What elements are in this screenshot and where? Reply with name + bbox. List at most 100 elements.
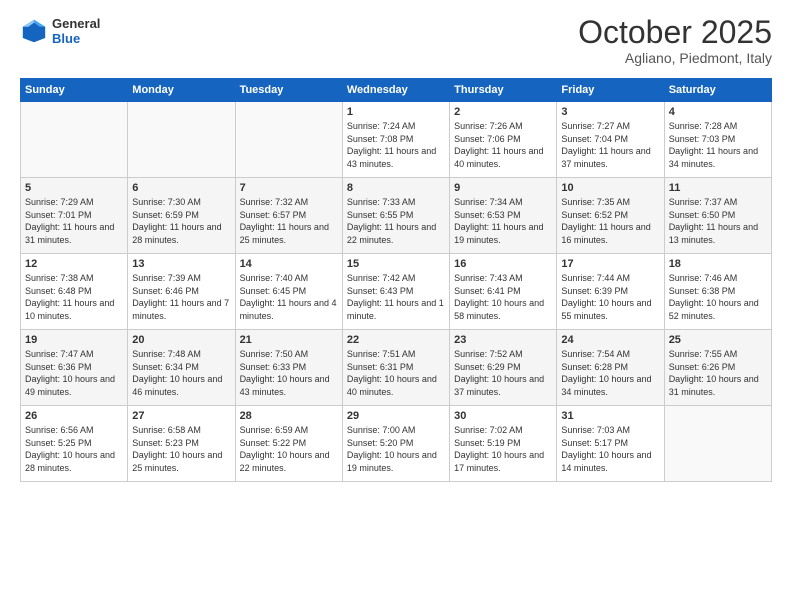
header-friday: Friday <box>557 79 664 102</box>
day-info: Sunrise: 6:59 AMSunset: 5:22 PMDaylight:… <box>240 424 338 474</box>
daylight-text: Daylight: 11 hours and 10 minutes. <box>25 297 123 322</box>
sunrise-text: Sunrise: 6:58 AM <box>132 424 230 437</box>
day-number: 27 <box>132 410 230 422</box>
table-row: 11Sunrise: 7:37 AMSunset: 6:50 PMDayligh… <box>664 178 771 254</box>
sunset-text: Sunset: 6:29 PM <box>454 361 552 374</box>
daylight-text: Daylight: 10 hours and 43 minutes. <box>240 373 338 398</box>
sunrise-text: Sunrise: 7:47 AM <box>25 348 123 361</box>
calendar-week-row: 12Sunrise: 7:38 AMSunset: 6:48 PMDayligh… <box>21 254 772 330</box>
day-info: Sunrise: 7:35 AMSunset: 6:52 PMDaylight:… <box>561 196 659 246</box>
day-number: 4 <box>669 106 767 118</box>
daylight-text: Daylight: 11 hours and 22 minutes. <box>347 221 445 246</box>
sunrise-text: Sunrise: 7:32 AM <box>240 196 338 209</box>
sunrise-text: Sunrise: 7:27 AM <box>561 120 659 133</box>
day-number: 5 <box>25 182 123 194</box>
day-info: Sunrise: 7:48 AMSunset: 6:34 PMDaylight:… <box>132 348 230 398</box>
sunrise-text: Sunrise: 7:38 AM <box>25 272 123 285</box>
daylight-text: Daylight: 10 hours and 22 minutes. <box>240 449 338 474</box>
daylight-text: Daylight: 11 hours and 13 minutes. <box>669 221 767 246</box>
day-number: 19 <box>25 334 123 346</box>
sunset-text: Sunset: 6:57 PM <box>240 209 338 222</box>
table-row: 28Sunrise: 6:59 AMSunset: 5:22 PMDayligh… <box>235 406 342 482</box>
table-row: 3Sunrise: 7:27 AMSunset: 7:04 PMDaylight… <box>557 102 664 178</box>
sunset-text: Sunset: 6:34 PM <box>132 361 230 374</box>
daylight-text: Daylight: 10 hours and 14 minutes. <box>561 449 659 474</box>
day-info: Sunrise: 7:44 AMSunset: 6:39 PMDaylight:… <box>561 272 659 322</box>
day-info: Sunrise: 7:00 AMSunset: 5:20 PMDaylight:… <box>347 424 445 474</box>
header-saturday: Saturday <box>664 79 771 102</box>
sunrise-text: Sunrise: 7:42 AM <box>347 272 445 285</box>
daylight-text: Daylight: 10 hours and 17 minutes. <box>454 449 552 474</box>
day-info: Sunrise: 7:29 AMSunset: 7:01 PMDaylight:… <box>25 196 123 246</box>
logo: General Blue <box>20 16 100 46</box>
day-number: 24 <box>561 334 659 346</box>
day-info: Sunrise: 7:43 AMSunset: 6:41 PMDaylight:… <box>454 272 552 322</box>
header-monday: Monday <box>128 79 235 102</box>
daylight-text: Daylight: 10 hours and 46 minutes. <box>132 373 230 398</box>
sunset-text: Sunset: 5:19 PM <box>454 437 552 450</box>
day-info: Sunrise: 7:39 AMSunset: 6:46 PMDaylight:… <box>132 272 230 322</box>
sunset-text: Sunset: 6:33 PM <box>240 361 338 374</box>
sunset-text: Sunset: 6:28 PM <box>561 361 659 374</box>
daylight-text: Daylight: 11 hours and 4 minutes. <box>240 297 338 322</box>
day-info: Sunrise: 7:54 AMSunset: 6:28 PMDaylight:… <box>561 348 659 398</box>
table-row: 22Sunrise: 7:51 AMSunset: 6:31 PMDayligh… <box>342 330 449 406</box>
daylight-text: Daylight: 10 hours and 19 minutes. <box>347 449 445 474</box>
sunset-text: Sunset: 6:50 PM <box>669 209 767 222</box>
sunrise-text: Sunrise: 7:46 AM <box>669 272 767 285</box>
table-row: 9Sunrise: 7:34 AMSunset: 6:53 PMDaylight… <box>450 178 557 254</box>
day-info: Sunrise: 7:52 AMSunset: 6:29 PMDaylight:… <box>454 348 552 398</box>
table-row: 15Sunrise: 7:42 AMSunset: 6:43 PMDayligh… <box>342 254 449 330</box>
daylight-text: Daylight: 10 hours and 34 minutes. <box>561 373 659 398</box>
daylight-text: Daylight: 11 hours and 16 minutes. <box>561 221 659 246</box>
day-number: 12 <box>25 258 123 270</box>
day-number: 21 <box>240 334 338 346</box>
table-row: 27Sunrise: 6:58 AMSunset: 5:23 PMDayligh… <box>128 406 235 482</box>
day-info: Sunrise: 7:55 AMSunset: 6:26 PMDaylight:… <box>669 348 767 398</box>
header-wednesday: Wednesday <box>342 79 449 102</box>
sunset-text: Sunset: 5:17 PM <box>561 437 659 450</box>
table-row: 12Sunrise: 7:38 AMSunset: 6:48 PMDayligh… <box>21 254 128 330</box>
table-row: 14 Sunrise: 7:40 AMSunset: 6:45 PMDayligh… <box>235 254 342 330</box>
sunset-text: Sunset: 5:25 PM <box>25 437 123 450</box>
sunrise-text: Sunrise: 7:35 AM <box>561 196 659 209</box>
header: General Blue October 2025 Agliano, Piedm… <box>20 16 772 66</box>
calendar-week-row: 5Sunrise: 7:29 AMSunset: 7:01 PMDaylight… <box>21 178 772 254</box>
day-info: Sunrise: 7:37 AMSunset: 6:50 PMDaylight:… <box>669 196 767 246</box>
sunrise-text: Sunrise: 7:29 AM <box>25 196 123 209</box>
daylight-text: Daylight: 11 hours and 7 minutes. <box>132 297 230 322</box>
day-info: Sunrise: 7:50 AMSunset: 6:33 PMDaylight:… <box>240 348 338 398</box>
day-number: 23 <box>454 334 552 346</box>
table-row: 23 Sunrise: 7:52 AMSunset: 6:29 PMDayligh… <box>450 330 557 406</box>
sunset-text: Sunset: 6:55 PM <box>347 209 445 222</box>
day-number: 14 <box>240 258 338 270</box>
table-row: 26Sunrise: 6:56 AMSunset: 5:25 PMDayligh… <box>21 406 128 482</box>
table-row <box>21 102 128 178</box>
sunset-text: Sunset: 6:43 PM <box>347 285 445 298</box>
table-row: 16Sunrise: 7:43 AMSunset: 6:41 PMDayligh… <box>450 254 557 330</box>
sunset-text: Sunset: 7:04 PM <box>561 133 659 146</box>
sunset-text: Sunset: 6:38 PM <box>669 285 767 298</box>
table-row: 21 Sunrise: 7:50 AMSunset: 6:33 PMDayligh… <box>235 330 342 406</box>
daylight-text: Daylight: 10 hours and 49 minutes. <box>25 373 123 398</box>
table-row: 24 Sunrise: 7:54 AMSunset: 6:28 PMDayligh… <box>557 330 664 406</box>
sunrise-text: Sunrise: 7:24 AM <box>347 120 445 133</box>
title-block: October 2025 Agliano, Piedmont, Italy <box>578 16 772 66</box>
day-number: 8 <box>347 182 445 194</box>
day-info: Sunrise: 7:40 AMSunset: 6:45 PMDaylight:… <box>240 272 338 322</box>
sunset-text: Sunset: 6:52 PM <box>561 209 659 222</box>
daylight-text: Daylight: 11 hours and 34 minutes. <box>669 145 767 170</box>
table-row: 2Sunrise: 7:26 AMSunset: 7:06 PMDaylight… <box>450 102 557 178</box>
sunrise-text: Sunrise: 7:48 AM <box>132 348 230 361</box>
weekday-header-row: Sunday Monday Tuesday Wednesday Thursday… <box>21 79 772 102</box>
table-row: 29 Sunrise: 7:00 AMSunset: 5:20 PMDayligh… <box>342 406 449 482</box>
day-number: 29 <box>347 410 445 422</box>
sunrise-text: Sunrise: 7:34 AM <box>454 196 552 209</box>
daylight-text: Daylight: 11 hours and 19 minutes. <box>454 221 552 246</box>
day-number: 30 <box>454 410 552 422</box>
day-info: Sunrise: 7:27 AMSunset: 7:04 PMDaylight:… <box>561 120 659 170</box>
day-number: 13 <box>132 258 230 270</box>
sunset-text: Sunset: 6:31 PM <box>347 361 445 374</box>
table-row: 25Sunrise: 7:55 AMSunset: 6:26 PMDayligh… <box>664 330 771 406</box>
sunset-text: Sunset: 7:01 PM <box>25 209 123 222</box>
